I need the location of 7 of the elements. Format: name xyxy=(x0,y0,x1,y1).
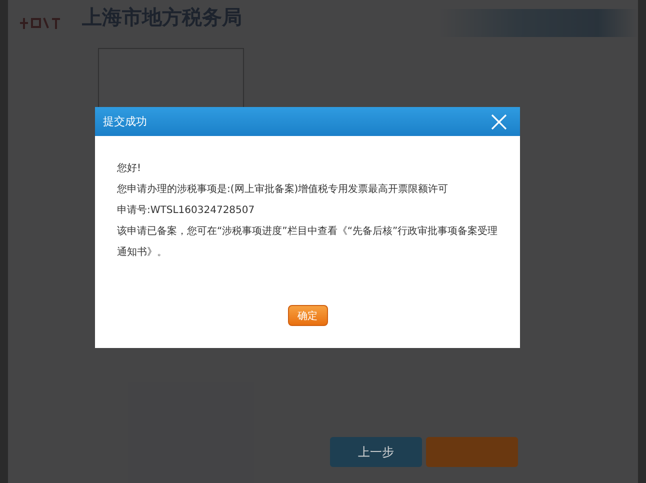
message-text: 申请号:WTSL160324728507 xyxy=(117,204,256,218)
dialog-title: 提交成功 xyxy=(103,114,147,129)
message-text: 该申请已备案，您可在“涉税事项进度”栏目中查看《“先备后核”行政审批事项备案受理通知书》。 xyxy=(117,224,499,260)
close-icon[interactable] xyxy=(491,114,507,130)
message-text: 您好! xyxy=(117,162,142,176)
message-text: 您申请办理的涉税事项是:(网上审批备案)增值税专用发票最高开票限额许可 xyxy=(117,182,450,197)
back-button[interactable]: 上一步 xyxy=(330,437,422,467)
